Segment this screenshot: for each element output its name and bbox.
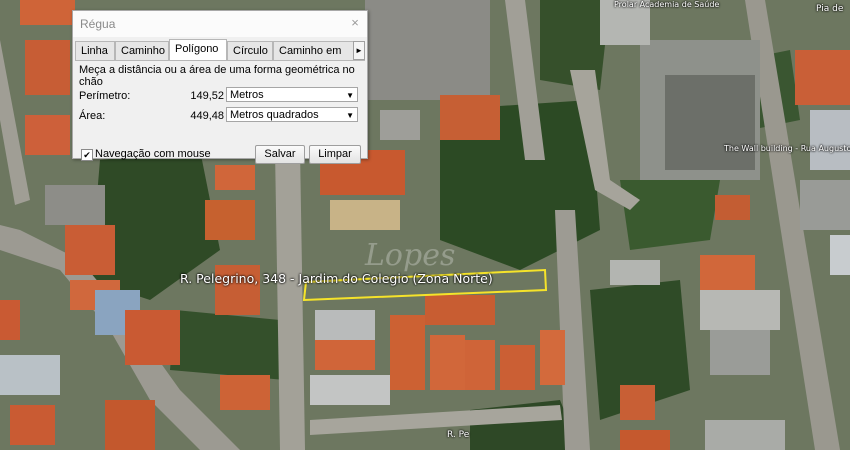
polygon-panel: Meça a distância ou a área de uma forma … — [75, 60, 365, 164]
poi-label-wall-building[interactable]: The Wall building - Rua Augusto Tolle — [724, 144, 850, 153]
mouse-navigation-checkbox[interactable]: ✔ — [81, 149, 93, 161]
mouse-navigation-label[interactable]: Navegação com mouse — [95, 148, 211, 160]
area-unit-select[interactable]: Metros quadrados ▼ — [226, 107, 358, 122]
tab-bar: Linha Caminho Polígono Círculo Caminho e… — [75, 39, 365, 61]
chevron-down-icon: ▼ — [346, 91, 354, 100]
dialog-titlebar[interactable]: Régua × — [73, 11, 367, 37]
area-value: 449,48 — [190, 110, 224, 122]
dialog-title: Régua — [80, 17, 116, 31]
tool-description: Meça a distância ou a área de uma forma … — [79, 64, 355, 88]
watermark-logo: Lopes — [365, 238, 456, 273]
tab-circulo[interactable]: Círculo — [227, 41, 273, 60]
street-label-bottom: R. Pe — [447, 430, 470, 440]
perimeter-label: Perímetro: — [79, 90, 131, 102]
tab-linha[interactable]: Linha — [75, 41, 115, 60]
area-unit-value: Metros quadrados — [230, 109, 319, 121]
perimeter-value: 149,52 — [190, 90, 224, 102]
perimeter-unit-value: Metros — [230, 89, 264, 101]
ruler-dialog: Régua × Linha Caminho Polígono Círculo C… — [72, 10, 368, 164]
clear-button[interactable]: Limpar — [309, 145, 361, 164]
perimeter-unit-select[interactable]: Metros ▼ — [226, 87, 358, 102]
poi-label-academia[interactable]: Prolar Academia de Saúde — [614, 0, 719, 9]
close-icon[interactable]: × — [347, 15, 363, 31]
tab-caminho-3d[interactable]: Caminho em 3D — [273, 41, 357, 60]
address-label: R. Pelegrino, 348 - Jardim do Colegio (Z… — [180, 271, 493, 286]
chevron-down-icon: ▼ — [346, 111, 354, 120]
tab-caminho[interactable]: Caminho — [115, 41, 169, 60]
tab-poligono[interactable]: Polígono — [169, 39, 227, 61]
save-button[interactable]: Salvar — [255, 145, 305, 164]
poi-label-top-right[interactable]: Pia de — [816, 4, 843, 14]
area-label: Área: — [79, 110, 106, 122]
satellite-map[interactable]: Lopes R. Pelegrino, 348 - Jardim do Cole… — [0, 0, 850, 450]
tab-scroll-right-icon[interactable]: ► — [353, 41, 365, 60]
